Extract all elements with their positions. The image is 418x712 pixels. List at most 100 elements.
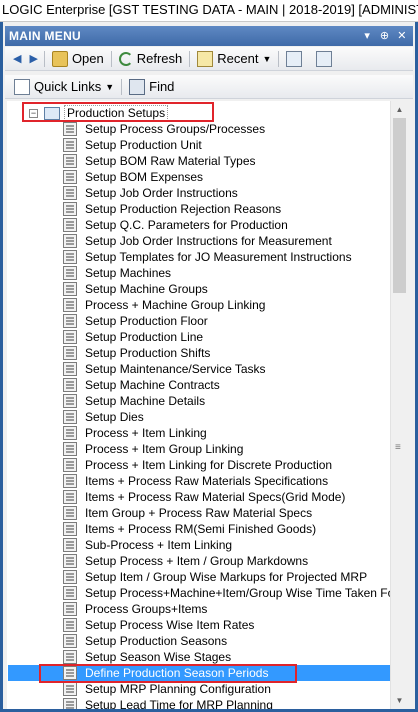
scroll-up-icon[interactable]: ▲ — [391, 101, 408, 118]
tree-item[interactable]: Process + Item Linking for Discrete Prod… — [63, 457, 332, 473]
tree-item[interactable]: Process + Item Linking — [63, 425, 207, 441]
program-icon — [63, 410, 77, 424]
panel-pin-icon[interactable]: ⊕ — [378, 26, 392, 46]
toolbar-separator — [110, 50, 112, 67]
scroll-thumb[interactable] — [393, 118, 406, 293]
tree-root-production-setups[interactable]: − Production Setups — [29, 105, 169, 121]
find-icon — [129, 78, 146, 95]
tree-item[interactable]: Define Production Season Periods — [8, 665, 390, 681]
vertical-scrollbar[interactable]: ▲ ≡ ▼ — [390, 101, 408, 709]
quick-links-label: Quick Links — [34, 79, 102, 94]
back-arrow-icon[interactable]: ◀ — [9, 52, 25, 65]
panel-dropdown-icon[interactable]: ▾ — [360, 26, 374, 46]
tree-item[interactable]: Setup Q.C. Parameters for Production — [63, 217, 288, 233]
program-icon — [63, 282, 77, 296]
tree-item[interactable]: Setup Production Seasons — [63, 633, 227, 649]
tree-item[interactable]: Setup Production Line — [63, 329, 203, 345]
tree-item-label: Setup Item / Group Wise Markups for Proj… — [85, 570, 368, 584]
tree-item[interactable]: Setup Production Unit — [63, 137, 202, 153]
tree-item[interactable]: Setup Process + Item / Group Markdowns — [63, 553, 308, 569]
toolbar-separator — [278, 50, 280, 67]
tree-item[interactable]: Setup Production Floor — [63, 313, 208, 329]
program-icon — [63, 138, 77, 152]
program-icon — [63, 362, 77, 376]
tree-item[interactable]: Sub-Process + Item Linking — [63, 537, 232, 553]
tree-item[interactable]: Setup Process+Machine+Item/Group Wise Ti… — [63, 585, 390, 601]
tree-item[interactable]: Setup BOM Raw Material Types — [63, 153, 256, 169]
remove-document-button[interactable] — [311, 48, 341, 70]
program-icon — [63, 394, 77, 408]
program-icon — [63, 266, 77, 280]
program-icon — [63, 314, 77, 328]
recent-button[interactable]: Recent ▼ — [192, 48, 276, 70]
tree-item-label: Setup Q.C. Parameters for Production — [85, 218, 288, 232]
program-icon — [63, 346, 77, 360]
tree-item[interactable]: Setup Machines — [63, 265, 171, 281]
tree-item[interactable]: Items + Process RM(Semi Finished Goods) — [63, 521, 316, 537]
tree-item-label: Sub-Process + Item Linking — [85, 538, 233, 552]
program-icon — [63, 170, 77, 184]
tree-item[interactable]: Process Groups+Items — [63, 601, 207, 617]
tree-item[interactable]: Setup Process Wise Item Rates — [63, 617, 254, 633]
find-label: Find — [149, 79, 175, 94]
program-icon — [63, 426, 77, 440]
program-icon — [63, 378, 77, 392]
tree-item[interactable]: Process + Machine Group Linking — [63, 297, 265, 313]
program-icon — [63, 634, 77, 648]
find-button[interactable]: Find — [124, 76, 179, 98]
add-document-button[interactable] — [281, 48, 311, 70]
window-title: LOGIC Enterprise [GST TESTING DATA - MAI… — [0, 0, 418, 22]
tree-item[interactable]: Setup Season Wise Stages — [63, 649, 231, 665]
tree-item[interactable]: Setup Lead Time for MRP Planning — [63, 697, 273, 709]
tree-item-label: Setup Lead Time for MRP Planning — [85, 698, 273, 709]
tree-item[interactable]: Setup Production Shifts — [63, 345, 210, 361]
tree-item[interactable]: Setup MRP Planning Configuration — [63, 681, 271, 697]
tree-item-label: Setup Job Order Instructions for Measure… — [85, 234, 332, 248]
tree-item[interactable]: Setup Dies — [63, 409, 144, 425]
refresh-button[interactable]: Refresh — [114, 48, 188, 70]
tree-item[interactable]: Setup Machine Groups — [63, 281, 208, 297]
tree-item-label: Setup Production Line — [85, 330, 204, 344]
open-label: Open — [71, 51, 104, 66]
tree-item-label: Process + Item Linking — [85, 426, 207, 440]
program-icon — [63, 666, 77, 680]
tree-item[interactable]: Setup Templates for JO Measurement Instr… — [63, 249, 352, 265]
forward-arrow-icon[interactable]: ▶ — [25, 52, 41, 65]
tree-item[interactable]: Items + Process Raw Material Specs(Grid … — [63, 489, 345, 505]
tree-item[interactable]: Item Group + Process Raw Material Specs — [63, 505, 312, 521]
tree-item-label: Items + Process Raw Materials Specificat… — [85, 474, 329, 488]
open-button[interactable]: Open — [47, 48, 109, 70]
tree-item[interactable]: Setup Job Order Instructions — [63, 185, 238, 201]
program-icon — [63, 218, 77, 232]
program-icon — [63, 202, 77, 216]
scroll-down-icon[interactable]: ▼ — [391, 692, 408, 709]
tree-item-label: Setup Machine Groups — [85, 282, 208, 296]
chevron-down-icon: ▼ — [105, 81, 115, 92]
panel-close-icon[interactable]: ✕ — [395, 26, 409, 46]
collapse-icon[interactable]: − — [29, 108, 38, 118]
tree-item[interactable]: Setup Production Rejection Reasons — [63, 201, 281, 217]
recent-icon — [197, 50, 214, 67]
tree-item-label: Setup Process Wise Item Rates — [85, 618, 255, 632]
secondary-toolbar: Quick Links ▼ Find — [5, 75, 413, 99]
program-icon — [63, 122, 77, 136]
tree-item[interactable]: Setup BOM Expenses — [63, 169, 203, 185]
tree-item[interactable]: Process + Item Group Linking — [63, 441, 243, 457]
tree-item[interactable]: Setup Machine Contracts — [63, 377, 220, 393]
tree-item[interactable]: Setup Process Groups/Processes — [63, 121, 265, 137]
tree-item[interactable]: Setup Item / Group Wise Markups for Proj… — [63, 569, 367, 585]
scroll-grip-icon: ≡ — [395, 442, 401, 453]
add-document-icon — [286, 50, 303, 67]
main-toolbar: ◀ ▶ Open Refresh Recent ▼ — [5, 47, 413, 71]
tree-item[interactable]: Items + Process Raw Materials Specificat… — [63, 473, 328, 489]
program-icon — [63, 522, 77, 536]
tree-item[interactable]: Setup Job Order Instructions for Measure… — [63, 233, 332, 249]
quick-links-button[interactable]: Quick Links ▼ — [9, 76, 119, 98]
program-icon — [63, 650, 77, 664]
tree-item[interactable]: Setup Machine Details — [63, 393, 205, 409]
tree-item[interactable]: Setup Maintenance/Service Tasks — [63, 361, 266, 377]
tree-item-label: Setup BOM Raw Material Types — [85, 154, 256, 168]
program-icon — [63, 698, 77, 709]
refresh-label: Refresh — [136, 51, 183, 66]
panel-title: MAIN MENU — [9, 29, 82, 43]
